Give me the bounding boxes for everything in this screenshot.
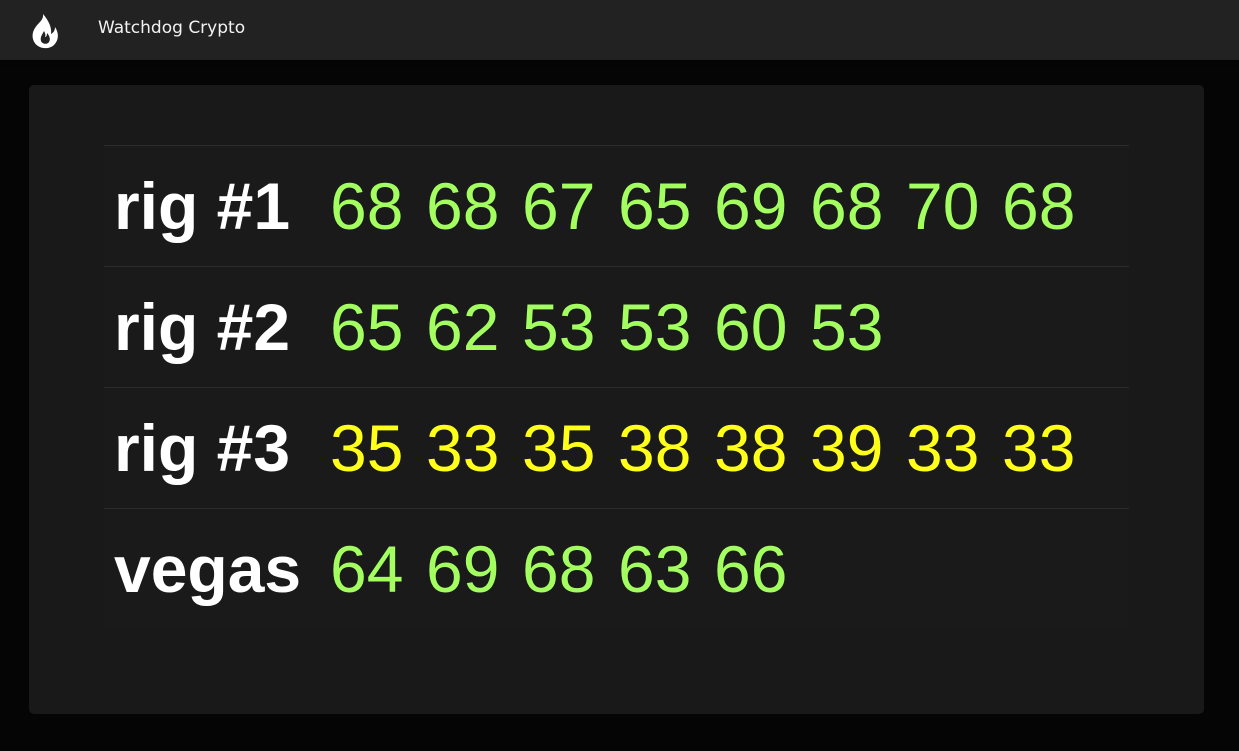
gpu-temperature: 53 (618, 290, 692, 364)
gpu-temperature: 33 (426, 411, 500, 485)
gpu-temperature: 53 (810, 290, 884, 364)
rig-row: rig #3 35 33 35 38 38 39 33 33 (104, 388, 1129, 509)
gpu-temperature: 62 (426, 290, 500, 364)
rig-name: vegas (114, 532, 302, 606)
gpu-temperature: 38 (618, 411, 692, 485)
gpu-temperature: 65 (330, 290, 404, 364)
gpu-temperature: 35 (330, 411, 404, 485)
gpu-temperature: 53 (522, 290, 596, 364)
rig-name: rig #1 (114, 169, 291, 243)
flame-icon[interactable] (29, 13, 61, 49)
rig-row: vegas 64 69 68 63 66 (104, 509, 1129, 629)
rig-temperature-table: rig #1 68 68 67 65 69 68 70 68 rig #2 65 62 53 53 60 53… (104, 145, 1129, 629)
gpu-temperature: 68 (1002, 169, 1076, 243)
app-title: Watchdog Crypto (98, 18, 246, 38)
gpu-temperature: 33 (906, 411, 980, 485)
gpu-temperature: 68 (522, 532, 596, 606)
gpu-temperature: 68 (330, 169, 404, 243)
rig-temperatures: 64 69 68 63 66 (330, 509, 810, 629)
gpu-temperature: 39 (810, 411, 884, 485)
gpu-temperature: 33 (1002, 411, 1076, 485)
top-app-bar: Watchdog Crypto (0, 0, 1239, 60)
gpu-temperature: 60 (714, 290, 788, 364)
gpu-temperature: 69 (426, 532, 500, 606)
rig-name: rig #2 (114, 290, 291, 364)
rig-temperatures: 35 33 35 38 38 39 33 33 (330, 388, 1098, 508)
rig-name: rig #3 (114, 411, 291, 485)
rig-row: rig #2 65 62 53 53 60 53 (104, 267, 1129, 388)
gpu-temperature: 64 (330, 532, 404, 606)
gpu-temperature: 68 (810, 169, 884, 243)
rig-temperature-card: rig #1 68 68 67 65 69 68 70 68 rig #2 65 62 53 53 60 53… (29, 85, 1204, 714)
gpu-temperature: 66 (714, 532, 788, 606)
rig-row: rig #1 68 68 67 65 69 68 70 68 (104, 146, 1129, 267)
gpu-temperature: 67 (522, 169, 596, 243)
gpu-temperature: 63 (618, 532, 692, 606)
gpu-temperature: 69 (714, 169, 788, 243)
gpu-temperature: 35 (522, 411, 596, 485)
rig-temperatures: 68 68 67 65 69 68 70 68 (330, 146, 1098, 266)
gpu-temperature: 65 (618, 169, 692, 243)
rig-temperatures: 65 62 53 53 60 53 (330, 267, 906, 387)
gpu-temperature: 70 (906, 169, 980, 243)
gpu-temperature: 68 (426, 169, 500, 243)
gpu-temperature: 38 (714, 411, 788, 485)
